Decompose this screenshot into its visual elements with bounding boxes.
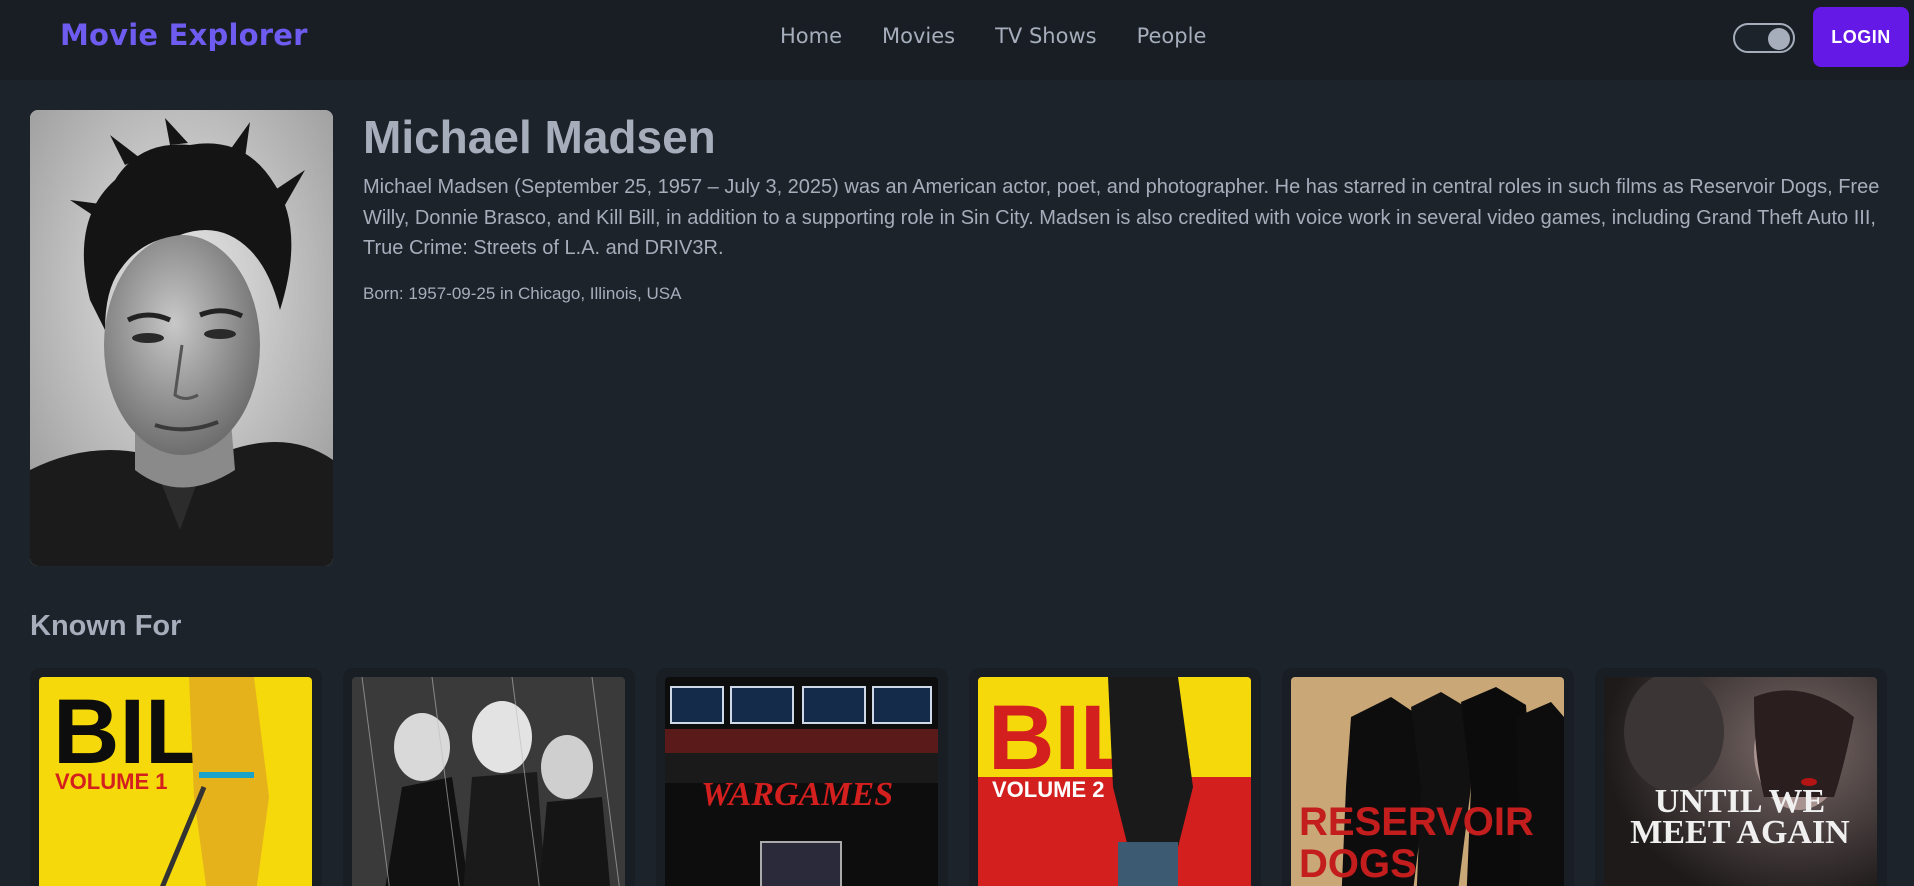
poster-title: WARGAMES [701, 776, 893, 813]
movie-poster [352, 677, 625, 886]
nav-movies[interactable]: Movies [882, 24, 955, 48]
toggle-knob [1768, 28, 1790, 50]
poster-subtitle: MEET AGAIN [1630, 814, 1850, 851]
known-for-list: BILL VOLUME 1 WARGAMES BILL VOLUME 2 RES… [30, 668, 1890, 886]
theme-toggle[interactable] [1733, 23, 1795, 53]
main-nav: Home Movies TV Shows People [780, 24, 1246, 48]
movie-poster: RESERVOIR DOGS [1291, 677, 1564, 886]
movie-poster: BILL VOLUME 1 [39, 677, 312, 886]
top-navbar: Movie Explorer Home Movies TV Shows Peop… [0, 0, 1914, 80]
person-name: Michael Madsen [363, 111, 716, 163]
poster-subtitle: DOGS [1299, 842, 1417, 886]
poster-subtitle: VOLUME 2 [992, 777, 1104, 802]
poster-title: RESERVOIR [1299, 800, 1534, 844]
birth-info: Born: 1957-09-25 in Chicago, Illinois, U… [363, 284, 682, 303]
profile-photo [30, 110, 333, 566]
nav-tv-shows[interactable]: TV Shows [995, 24, 1096, 48]
login-button[interactable]: LOGIN [1813, 7, 1909, 67]
nav-home[interactable]: Home [780, 24, 842, 48]
movie-poster: BILL VOLUME 2 [978, 677, 1251, 886]
known-for-heading: Known For [30, 610, 182, 642]
movie-card[interactable]: UNTIL WE MEET AGAIN [1595, 668, 1887, 886]
movie-card[interactable]: BILL VOLUME 1 [30, 668, 322, 886]
movie-poster: WARGAMES [665, 677, 938, 886]
movie-card[interactable]: BILL VOLUME 2 [969, 668, 1261, 886]
person-biography: Michael Madsen (September 25, 1957 – Jul… [363, 176, 1880, 259]
movie-card[interactable]: WARGAMES [656, 668, 948, 886]
movie-card[interactable]: RESERVOIR DOGS [1282, 668, 1574, 886]
movie-card[interactable] [343, 668, 635, 886]
poster-subtitle: VOLUME 1 [55, 769, 167, 794]
brand-logo[interactable]: Movie Explorer [60, 18, 308, 52]
nav-people[interactable]: People [1137, 24, 1207, 48]
movie-poster: UNTIL WE MEET AGAIN [1604, 677, 1877, 886]
